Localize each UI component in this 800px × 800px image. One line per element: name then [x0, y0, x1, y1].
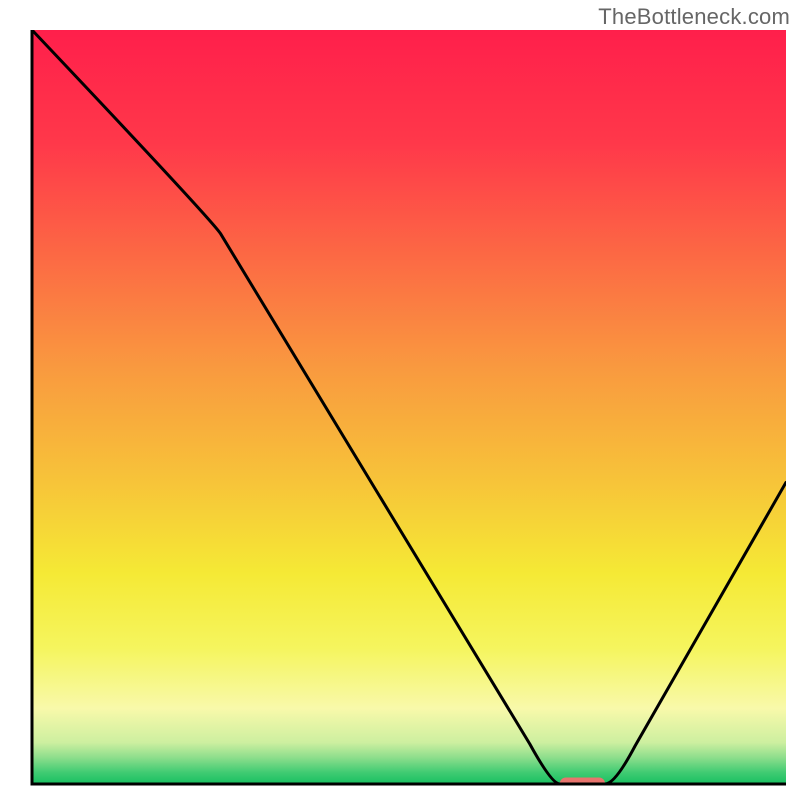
plot-background: [32, 30, 786, 784]
chart-container: TheBottleneck.com: [0, 0, 800, 800]
bottleneck-chart: [0, 0, 800, 800]
watermark-text: TheBottleneck.com: [598, 4, 790, 30]
